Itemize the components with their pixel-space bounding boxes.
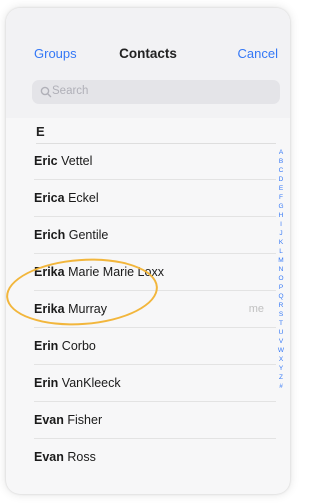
- index-letter[interactable]: E: [279, 184, 283, 193]
- contact-last-name: Corbo: [61, 339, 96, 353]
- contact-first-name: Erin: [34, 339, 59, 353]
- contact-last-name: VanKleeck: [61, 376, 121, 390]
- contact-row[interactable]: Eric Vettel: [34, 143, 276, 180]
- index-letter[interactable]: H: [279, 211, 284, 220]
- contact-name: Erika Marie Marie Loxx: [34, 265, 164, 279]
- contact-last-name: Eckel: [68, 191, 99, 205]
- contact-row[interactable]: Erin VanKleeck: [34, 365, 276, 402]
- contact-first-name: Evan: [34, 413, 64, 427]
- contact-row[interactable]: Evan Fisher: [34, 402, 276, 439]
- contact-last-name: Vettel: [61, 154, 93, 168]
- contact-first-name: Erin: [34, 376, 59, 390]
- contact-first-name: Erich: [34, 228, 66, 242]
- index-letter[interactable]: N: [279, 265, 284, 274]
- index-letter[interactable]: X: [279, 355, 283, 364]
- contact-name: Erin Corbo: [34, 339, 96, 353]
- search-placeholder: Search: [52, 85, 89, 97]
- index-letter[interactable]: T: [279, 319, 283, 328]
- contact-first-name: Eric: [34, 154, 58, 168]
- index-letter[interactable]: Z: [279, 373, 283, 382]
- contact-row[interactable]: Erica Eckel: [34, 180, 276, 217]
- contact-first-name: Erika: [34, 302, 65, 316]
- index-letter[interactable]: A: [279, 148, 283, 157]
- index-letter[interactable]: M: [278, 256, 283, 265]
- index-letter[interactable]: O: [278, 274, 283, 283]
- contact-first-name: Erica: [34, 191, 65, 205]
- contact-name: Evan Fisher: [34, 413, 102, 427]
- navigation-bar: Groups Contacts Cancel Search: [6, 8, 290, 118]
- index-letter[interactable]: D: [279, 175, 284, 184]
- contacts-picker: Groups Contacts Cancel Search E Eric Vet…: [6, 8, 290, 494]
- contact-last-name: Marie Marie Loxx: [68, 265, 164, 279]
- contact-name: Evan Ross: [34, 450, 96, 464]
- section-index[interactable]: A B C D E F G H I J K L M N O P Q R S T U V W X Y Z #: [276, 148, 286, 391]
- index-letter[interactable]: G: [278, 202, 283, 211]
- contact-row[interactable]: Evan Ross: [34, 439, 276, 475]
- contact-last-name: Ross: [67, 450, 96, 464]
- contact-last-name: Murray: [68, 302, 107, 316]
- index-letter[interactable]: V: [279, 337, 283, 346]
- index-letter[interactable]: R: [279, 301, 284, 310]
- index-letter[interactable]: S: [279, 310, 283, 319]
- search-icon: [40, 86, 52, 98]
- index-letter[interactable]: Q: [278, 292, 283, 301]
- contact-name: Erica Eckel: [34, 191, 99, 205]
- contact-name: Erich Gentile: [34, 228, 108, 242]
- index-letter[interactable]: K: [279, 238, 283, 247]
- index-letter[interactable]: #: [279, 382, 283, 391]
- index-letter[interactable]: P: [279, 283, 283, 292]
- cancel-button[interactable]: Cancel: [238, 46, 278, 61]
- contact-row[interactable]: Erin Corbo: [34, 328, 276, 365]
- me-badge: me: [248, 303, 264, 315]
- section-header-e: E: [36, 124, 45, 139]
- index-letter[interactable]: B: [279, 157, 283, 166]
- contact-first-name: Erika: [34, 265, 65, 279]
- index-letter[interactable]: C: [279, 166, 284, 175]
- contact-row[interactable]: Erika Marie Marie Loxx: [34, 254, 276, 291]
- index-letter[interactable]: U: [279, 328, 284, 337]
- index-letter[interactable]: W: [278, 346, 284, 355]
- index-letter[interactable]: I: [280, 220, 282, 229]
- contact-list: Eric Vettel Erica Eckel Erich Gentile Er…: [6, 143, 290, 475]
- contact-name: Erin VanKleeck: [34, 376, 121, 390]
- contact-last-name: Gentile: [68, 228, 109, 242]
- contact-last-name: Fisher: [67, 413, 103, 427]
- index-letter[interactable]: F: [279, 193, 283, 202]
- search-input[interactable]: Search: [32, 80, 280, 104]
- contact-row[interactable]: Erich Gentile: [34, 217, 276, 254]
- contact-first-name: Evan: [34, 450, 64, 464]
- index-letter[interactable]: L: [279, 247, 283, 256]
- index-letter[interactable]: J: [279, 229, 282, 238]
- contact-row-selected[interactable]: Erika Murray me: [34, 291, 276, 328]
- contact-name: Eric Vettel: [34, 154, 92, 168]
- contact-name: Erika Murray: [34, 302, 107, 316]
- index-letter[interactable]: Y: [279, 364, 283, 373]
